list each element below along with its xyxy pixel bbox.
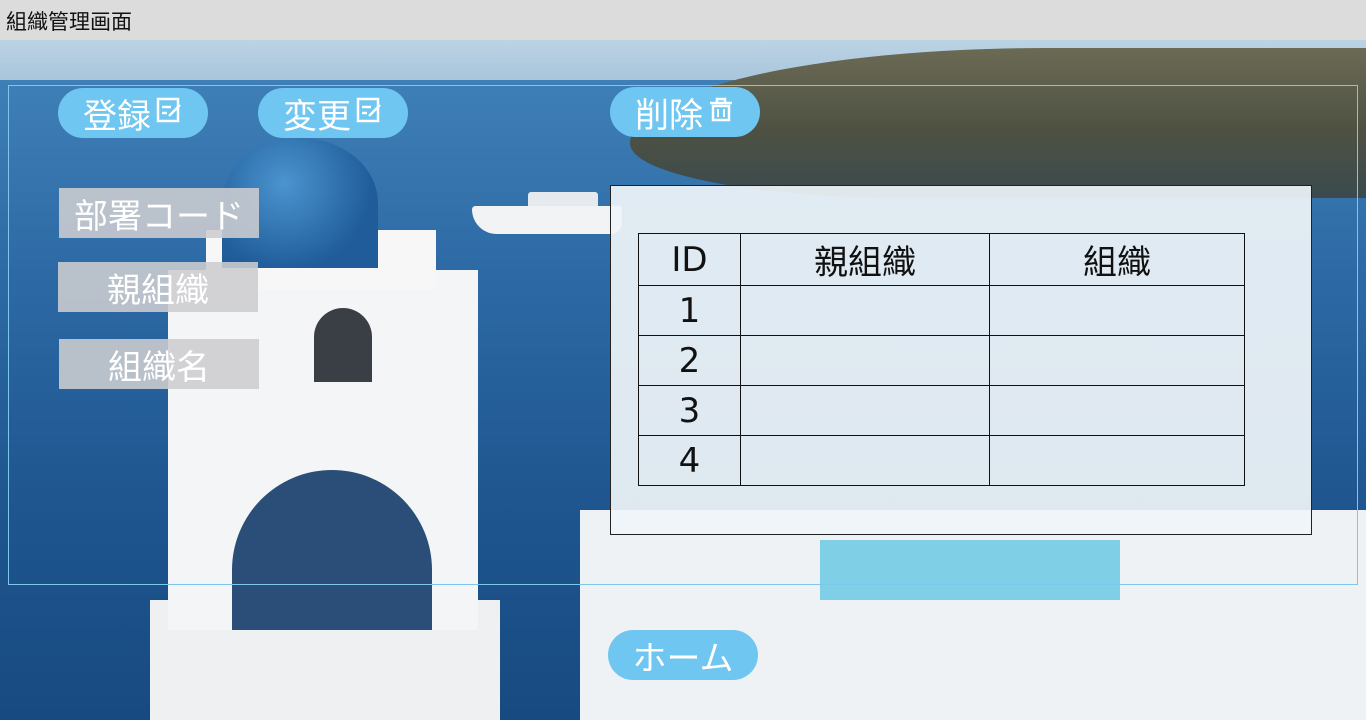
edit-icon [155, 96, 183, 130]
register-button[interactable]: 登録 [58, 88, 208, 138]
cell-org [989, 435, 1245, 486]
parent-org-label[interactable]: 親組織 [58, 262, 258, 312]
window-title: 組織管理画面 [0, 0, 1366, 40]
dept-code-label[interactable]: 部署コード [59, 188, 259, 238]
delete-button[interactable]: 削除 [610, 87, 760, 137]
delete-button-label: 削除 [635, 96, 703, 135]
cell-parent-org [740, 435, 990, 486]
cell-id: 4 [638, 435, 741, 486]
table-row[interactable]: 3 [638, 385, 1245, 436]
header-id: ID [638, 233, 741, 286]
org-name-label[interactable]: 組織名 [59, 339, 259, 389]
edit-icon [355, 96, 383, 130]
cell-parent-org [740, 285, 990, 336]
table-row[interactable]: 4 [638, 435, 1245, 486]
header-parent-org: 親組織 [740, 233, 990, 286]
cell-parent-org [740, 385, 990, 436]
cell-org [989, 385, 1245, 436]
trash-icon [707, 95, 735, 129]
org-table: ID 親組織 組織 1 2 3 4 [638, 233, 1245, 486]
cell-parent-org [740, 335, 990, 386]
cell-id: 3 [638, 385, 741, 436]
table-row[interactable]: 2 [638, 335, 1245, 386]
org-table-panel: ID 親組織 組織 1 2 3 4 [610, 185, 1312, 535]
change-button-label: 変更 [283, 97, 351, 136]
cell-id: 1 [638, 285, 741, 336]
home-button-label: ホーム [632, 639, 734, 678]
cell-org [989, 285, 1245, 336]
table-row[interactable]: 1 [638, 285, 1245, 336]
table-header-row: ID 親組織 組織 [638, 233, 1245, 286]
cell-id: 2 [638, 335, 741, 386]
home-button[interactable]: ホーム [608, 630, 758, 680]
header-org: 組織 [989, 233, 1245, 286]
register-button-label: 登録 [83, 97, 151, 136]
cell-org [989, 335, 1245, 386]
change-button[interactable]: 変更 [258, 88, 408, 138]
